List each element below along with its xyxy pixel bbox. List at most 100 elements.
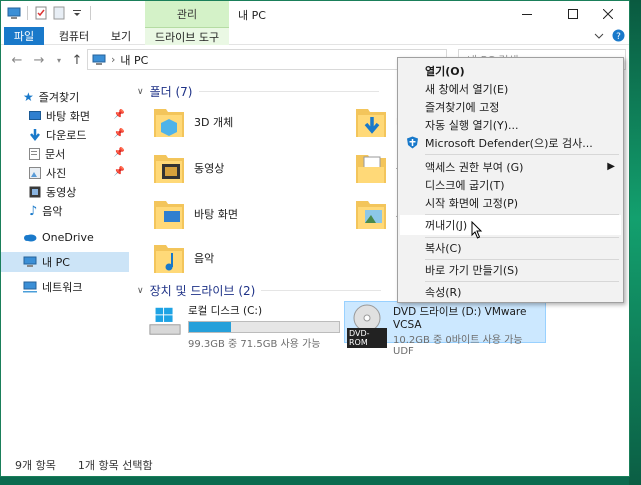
group-title: 장치 및 드라이브 (2): [149, 284, 256, 298]
navigation-pane: ★ 즐겨찾기 바탕 화면 📌 다운로드 📌 문서 📌 사진 📌 동영상 ♪ 음악…: [1, 75, 131, 453]
drive-usage-fill: [189, 322, 231, 332]
drives-group-header[interactable]: ∨ 장치 및 드라이브 (2): [137, 282, 382, 299]
maximize-icon: [568, 9, 578, 19]
nav-item-desktop[interactable]: 바탕 화면 📌: [29, 106, 129, 126]
new-folder-icon[interactable]: [52, 6, 66, 20]
chevron-down-icon: ∨: [137, 86, 144, 97]
menu-item-pin-quick-access[interactable]: 즐겨찾기에 고정: [400, 97, 621, 117]
selection-count: 1개 항목 선택함: [77, 459, 153, 472]
pin-icon: 📌: [113, 129, 125, 139]
folder-item[interactable]: 동영상: [152, 149, 224, 187]
manage-tab[interactable]: 관리: [145, 1, 229, 27]
minimize-icon: [522, 14, 532, 15]
star-icon: ★: [23, 90, 34, 104]
folder-label: 3D 개체: [194, 116, 234, 129]
documents-folder-icon: [356, 155, 386, 183]
folder-item[interactable]: 음악: [152, 239, 214, 277]
minimize-button[interactable]: [504, 1, 550, 27]
menu-item-give-access[interactable]: 액세스 권한 부여 (G) ▶: [400, 157, 621, 177]
drive-usage-bar: [188, 321, 340, 333]
drive-info: 로컬 디스크 (C:) 99.3GB 중 71.5GB 사용 가능: [188, 303, 340, 350]
file-explorer-window: 관리 내 PC 파일 컴퓨터 보기 드라이브 도구 ? ← → ▾ ↑ › 내 …: [0, 0, 630, 477]
help-icon[interactable]: ?: [612, 29, 625, 42]
tab-file[interactable]: 파일: [4, 27, 44, 45]
pictures-folder-icon: [356, 201, 386, 229]
menu-item-label: Microsoft Defender(으)로 검사...: [425, 137, 593, 150]
drive-space: 10.2GB 중 0바이트 사용 가능: [393, 335, 523, 346]
up-button[interactable]: ↑: [69, 52, 85, 68]
computer-icon: [92, 54, 106, 65]
nav-label: 사진: [46, 167, 67, 180]
nav-label: 바탕 화면: [46, 110, 90, 123]
dvd-rom-badge: DVD-ROM: [347, 328, 387, 348]
toolbar-separator: [27, 6, 28, 20]
breadcrumb-this-pc[interactable]: 내 PC: [120, 52, 148, 68]
computer-icon: [23, 256, 37, 267]
drive-name: DVD 드라이브 (D:) VMware VCSA: [393, 306, 527, 331]
tab-drive-tools[interactable]: 드라이브 도구: [145, 27, 229, 45]
music-icon: ♪: [29, 203, 38, 219]
folder-item[interactable]: 3D 개체: [152, 103, 233, 141]
nav-item-pictures[interactable]: 사진 📌: [29, 163, 129, 183]
menu-item-create-shortcut[interactable]: 바로 가기 만들기(S): [400, 260, 621, 280]
quick-access-toolbar: [7, 6, 93, 20]
close-button[interactable]: [585, 1, 629, 27]
up-arrow-icon: ↑: [71, 52, 83, 68]
back-button[interactable]: ←: [9, 52, 25, 68]
properties-icon[interactable]: [34, 6, 48, 20]
nav-label: 다운로드: [46, 129, 87, 142]
menu-item-pin-start[interactable]: 시작 화면에 고정(P): [400, 193, 621, 213]
nav-item-documents[interactable]: 문서 📌: [29, 144, 129, 164]
folder-item[interactable]: 바탕 화면: [152, 195, 238, 233]
drive-d[interactable]: DVD-ROM DVD 드라이브 (D:) VMware VCSA 10.2GB…: [344, 301, 546, 357]
network-icon: [23, 281, 37, 293]
drive-name: 로컬 디스크 (C:): [188, 305, 263, 317]
videos-icon: [29, 186, 41, 198]
menu-separator: [425, 154, 619, 155]
computer-icon[interactable]: [7, 6, 21, 20]
menu-item-burn-disc[interactable]: 디스크에 굽기(T): [400, 175, 621, 195]
forward-button[interactable]: →: [31, 52, 47, 68]
downloads-folder-icon: [356, 109, 386, 137]
forward-arrow-icon: →: [33, 52, 45, 68]
nav-item-videos[interactable]: 동영상: [29, 182, 129, 202]
menu-item-autoplay[interactable]: 자동 실행 열기(Y)...: [400, 115, 621, 135]
menu-item-defender-scan[interactable]: Microsoft Defender(으)로 검사...: [400, 133, 621, 153]
svg-text:?: ?: [616, 32, 621, 42]
windows-drive-icon: [149, 307, 181, 335]
folders-group-header[interactable]: ∨ 폴더 (7): [137, 83, 379, 100]
nav-this-pc[interactable]: 내 PC: [1, 252, 129, 272]
menu-item-properties[interactable]: 속성(R): [400, 282, 621, 302]
menu-item-copy[interactable]: 복사(C): [400, 238, 621, 258]
nav-label: 음악: [42, 205, 63, 218]
pin-icon: 📌: [113, 110, 125, 120]
recent-locations-button[interactable]: ▾: [51, 52, 67, 68]
expand-ribbon-icon[interactable]: [594, 31, 604, 41]
nav-item-downloads[interactable]: 다운로드 📌: [29, 125, 129, 145]
breadcrumb-separator: ›: [111, 53, 116, 66]
address-bar[interactable]: › 내 PC: [87, 49, 447, 70]
documents-icon: [29, 148, 40, 160]
customize-toolbar-icon[interactable]: [70, 6, 84, 20]
menu-item-eject[interactable]: 꺼내기(J): [400, 215, 621, 235]
tab-computer[interactable]: 컴퓨터: [51, 27, 97, 45]
title-bar: 관리 내 PC: [1, 1, 629, 27]
drive-c[interactable]: 로컬 디스크 (C:) 99.3GB 중 71.5GB 사용 가능: [146, 301, 342, 350]
nav-label: 문서: [45, 148, 66, 161]
menu-item-open-new-window[interactable]: 새 창에서 열기(E): [400, 79, 621, 99]
nav-label: 즐겨찾기: [38, 91, 80, 104]
menu-item-label: 액세스 권한 부여 (G): [425, 161, 524, 174]
drive-filesystem: UDF: [393, 346, 414, 357]
pin-icon: 📌: [113, 167, 125, 177]
music-folder-icon: [154, 245, 184, 273]
ribbon-tabs: 파일 컴퓨터 보기 드라이브 도구 ?: [1, 27, 629, 45]
nav-label: 내 PC: [42, 256, 70, 269]
folder-label: 동영상: [194, 162, 225, 175]
nav-label: OneDrive: [42, 230, 94, 244]
nav-item-music[interactable]: ♪ 음악: [29, 201, 129, 221]
3d-objects-icon: [154, 109, 184, 137]
videos-folder-icon: [154, 155, 184, 183]
tab-view[interactable]: 보기: [103, 27, 139, 45]
menu-item-open[interactable]: 열기(O): [400, 61, 621, 81]
folder-label: 바탕 화면: [194, 208, 238, 221]
